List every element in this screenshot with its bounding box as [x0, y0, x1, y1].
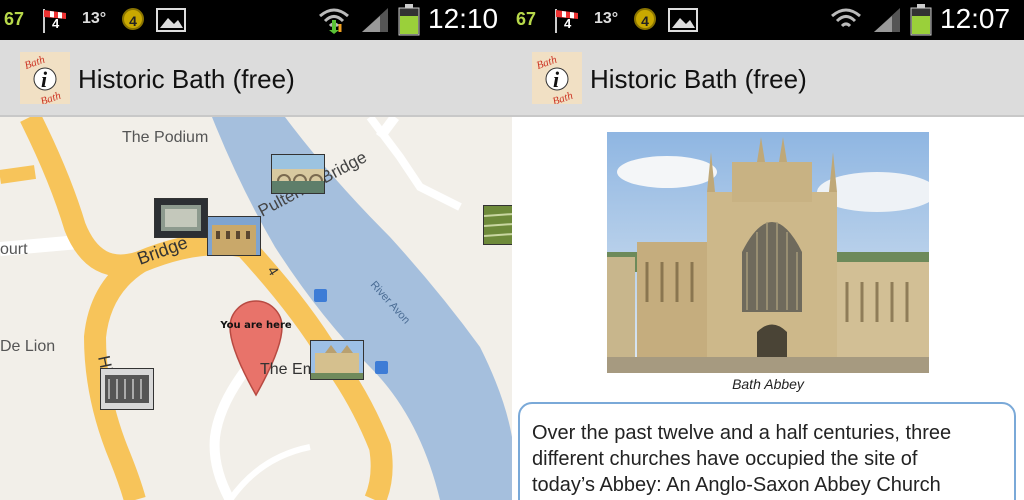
app-title: Historic Bath (free) — [78, 64, 295, 94]
map-thumbnail-building[interactable] — [207, 216, 261, 256]
app-title: Historic Bath (free) — [590, 64, 807, 94]
court-label: ourt — [0, 241, 28, 258]
battery-icon — [910, 4, 932, 36]
battery-percent: 67 — [516, 9, 537, 29]
map-thumbnail-hall[interactable] — [100, 368, 154, 410]
app-logo-icon[interactable]: Bath i Bath — [532, 52, 582, 104]
description-box[interactable]: Over the past twelve and a half centurie… — [518, 402, 1016, 500]
weather-temp: 13° — [82, 10, 107, 27]
notification-count: 4 — [564, 16, 572, 31]
clock: 12:10 — [428, 3, 499, 34]
map-view[interactable]: You are here Pulteney Bridge Bridge Rive… — [0, 117, 512, 500]
logo-letter: i — [41, 67, 48, 92]
bath-abbey-photo — [607, 132, 929, 373]
map-thumbnail-pulteney[interactable] — [271, 154, 325, 194]
bus-stop-icon — [314, 289, 327, 302]
map-thumbnail-green[interactable] — [483, 205, 512, 245]
signal-icon — [874, 8, 900, 32]
wifi-icon — [319, 8, 349, 34]
de-lion-label: De Lion — [0, 338, 56, 355]
image-icon — [156, 8, 186, 32]
detail-screen: 67 4 13° 4 12:07 Bath i Bath Historic Ba… — [512, 0, 1024, 500]
battery-percent: 67 — [4, 9, 25, 29]
photo-caption: Bath Abbey — [732, 376, 804, 392]
signal-icon — [362, 8, 388, 32]
pin-label: You are here — [219, 320, 292, 331]
map-thumbnail-interior[interactable] — [154, 198, 208, 238]
bus-stop-icon — [375, 361, 388, 374]
map-thumbnail-empire[interactable] — [310, 340, 364, 380]
notification-count: 4 — [52, 16, 60, 31]
description-text: Over the past twelve and a half centurie… — [532, 422, 952, 496]
image-icon — [668, 8, 698, 32]
coin-icon: 4 — [634, 8, 656, 30]
weather-temp: 13° — [594, 10, 619, 27]
wifi-icon — [831, 8, 861, 28]
podium-label: The Podium — [122, 129, 209, 146]
app-logo-icon[interactable]: Bath i Bath — [20, 52, 70, 104]
logo-letter: i — [553, 67, 560, 92]
action-bar: Bath i Bath Historic Bath (free) — [512, 40, 1024, 117]
status-bar: 67 4 13° 4 12:07 — [512, 0, 1024, 40]
map-screen: 67 4 13° 4 12:10 Bath i Bath Historic Ba… — [0, 0, 512, 500]
status-bar: 67 4 13° 4 12:10 — [0, 0, 512, 40]
the-empire-label: The Em — [260, 361, 317, 378]
clock: 12:07 — [940, 3, 1011, 34]
coin-icon: 4 — [122, 8, 144, 30]
battery-icon — [398, 4, 420, 36]
map-canvas[interactable]: You are here Pulteney Bridge Bridge Rive… — [0, 117, 512, 500]
detail-content[interactable]: Bath Abbey Over the past twelve and a ha… — [512, 117, 1024, 500]
action-bar: Bath i Bath Historic Bath (free) — [0, 40, 512, 117]
